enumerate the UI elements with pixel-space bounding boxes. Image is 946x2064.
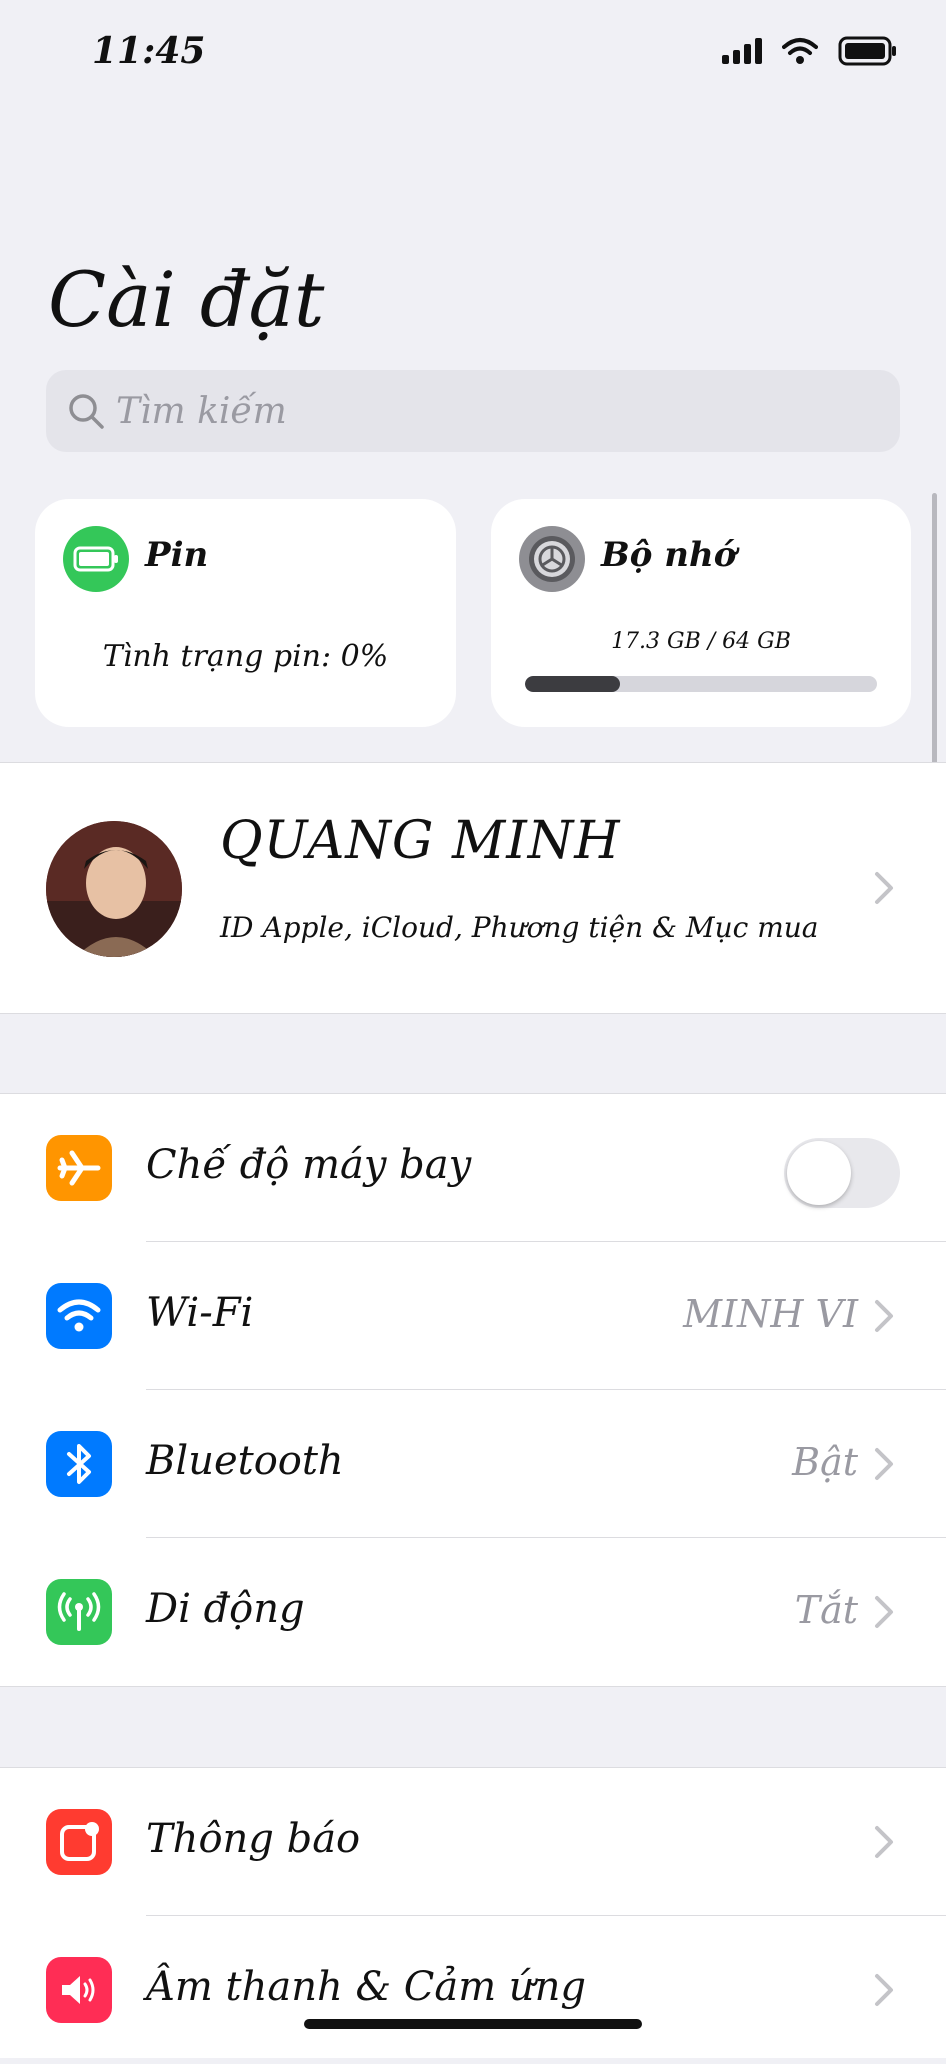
chevron-right-icon xyxy=(875,1974,893,2006)
cellular-label: Di động xyxy=(146,1586,305,1632)
storage-progress-fill xyxy=(525,676,621,692)
storage-progress-bar xyxy=(525,676,877,692)
chevron-right-icon xyxy=(875,1300,893,1332)
wifi-status-icon xyxy=(782,38,818,64)
search-icon xyxy=(69,394,104,429)
battery-icon xyxy=(63,526,129,592)
notifications-label: Thông báo xyxy=(146,1816,361,1862)
status-icons xyxy=(722,36,898,66)
airplane-icon xyxy=(46,1135,112,1201)
storage-usage-text: 17.3 GB / 64 GB xyxy=(611,629,791,654)
airplane-mode-label: Chế độ máy bay xyxy=(146,1142,472,1188)
battery-card[interactable]: Pin Tình trạng pin: 0% xyxy=(35,499,456,727)
battery-card-title: Pin xyxy=(145,535,209,575)
search-placeholder: Tìm kiếm xyxy=(116,390,287,432)
bluetooth-label: Bluetooth xyxy=(146,1438,344,1484)
toggle-knob xyxy=(787,1141,851,1205)
gear-icon xyxy=(519,526,585,592)
status-time: 11:45 xyxy=(92,30,206,72)
connectivity-group: Chế độ máy bay Wi-Fi MINH VI Bluetooth B… xyxy=(0,1093,946,1687)
chevron-right-icon xyxy=(875,1826,893,1858)
cellular-signal-icon xyxy=(722,38,762,64)
battery-status-icon xyxy=(838,36,896,66)
airplane-mode-toggle[interactable] xyxy=(784,1138,900,1208)
apple-id-profile-row[interactable]: QUANG MINH ID Apple, iCloud, Phương tiện… xyxy=(0,762,946,1014)
speaker-icon xyxy=(46,1957,112,2023)
battery-health-text: Tình trạng pin: 0% xyxy=(102,639,389,674)
chevron-right-icon xyxy=(875,872,893,904)
airplane-mode-row[interactable]: Chế độ máy bay xyxy=(0,1094,946,1242)
notifications-row[interactable]: Thông báo xyxy=(0,1768,946,1916)
home-indicator[interactable] xyxy=(304,2019,642,2029)
wifi-icon xyxy=(46,1283,112,1349)
wifi-network-name: MINH VI xyxy=(683,1292,858,1336)
wifi-label: Wi-Fi xyxy=(146,1290,254,1336)
profile-subtitle: ID Apple, iCloud, Phương tiện & Mục mua xyxy=(220,911,819,944)
bluetooth-row[interactable]: Bluetooth Bật xyxy=(0,1390,946,1538)
bluetooth-status: Bật xyxy=(792,1440,858,1484)
chevron-right-icon xyxy=(875,1448,893,1480)
page-title: Cài đặt xyxy=(48,255,325,344)
bluetooth-icon xyxy=(46,1431,112,1497)
search-input[interactable]: Tìm kiếm xyxy=(46,370,900,452)
cellular-icon xyxy=(46,1579,112,1645)
notifications-icon xyxy=(46,1809,112,1875)
storage-card-title: Bộ nhớ xyxy=(601,535,737,575)
chevron-right-icon xyxy=(875,1596,893,1628)
cellular-status: Tắt xyxy=(794,1588,858,1632)
storage-card[interactable]: Bộ nhớ 17.3 GB / 64 GB xyxy=(491,499,911,727)
avatar xyxy=(46,821,182,957)
cellular-row[interactable]: Di động Tắt xyxy=(0,1538,946,1686)
sounds-haptics-label: Âm thanh & Cảm ứng xyxy=(146,1964,586,2010)
profile-name: QUANG MINH xyxy=(220,811,621,871)
general-group: Thông báo Âm thanh & Cảm ứng xyxy=(0,1767,946,2058)
sounds-haptics-row[interactable]: Âm thanh & Cảm ứng xyxy=(0,1916,946,2064)
wifi-row[interactable]: Wi-Fi MINH VI xyxy=(0,1242,946,1390)
